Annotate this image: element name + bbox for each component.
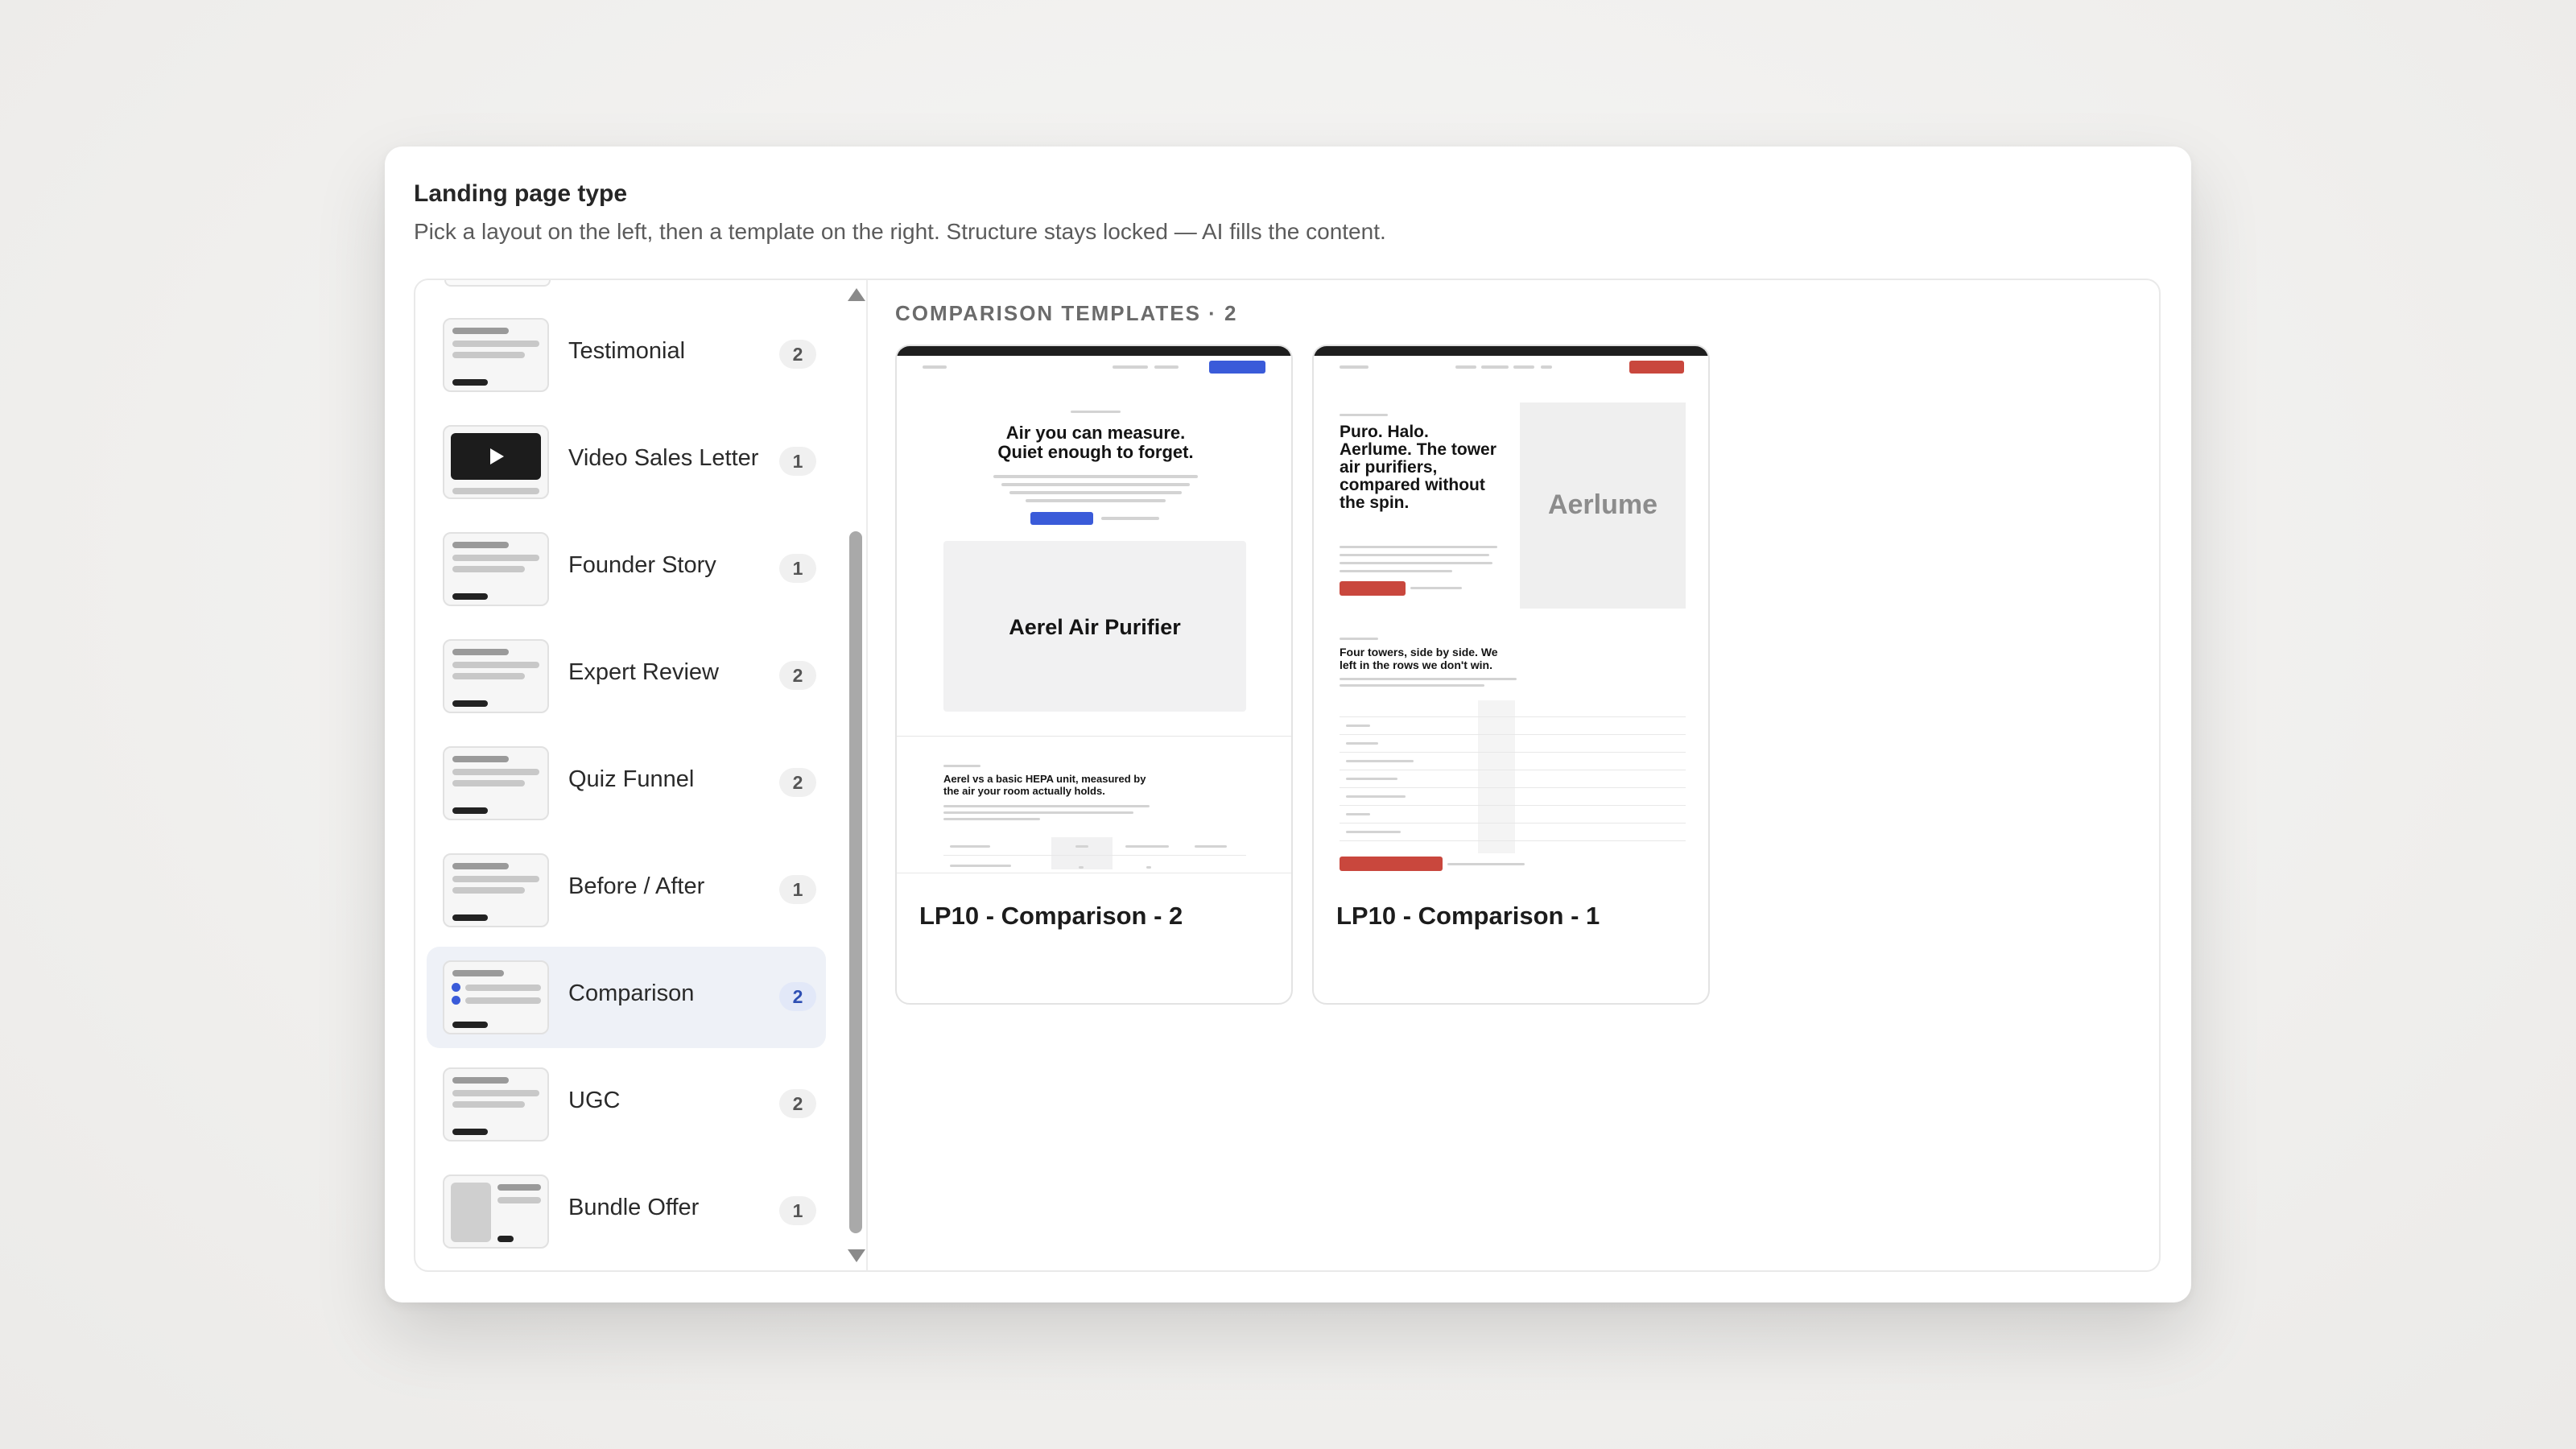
- preview-brand-image: Aerlume: [1520, 402, 1686, 609]
- template-count-badge: 1: [779, 447, 816, 476]
- layout-item-expert-review[interactable]: Expert Review 2: [427, 625, 826, 727]
- template-name: LP10 - Comparison - 1: [1336, 902, 1600, 930]
- layout-item-bundle-offer[interactable]: Bundle Offer 1: [427, 1161, 826, 1262]
- panel-subtitle: Pick a layout on the left, then a templa…: [414, 219, 1386, 244]
- layout-list[interactable]: Testimonial 2 Video Sales Letter 1 Found…: [415, 280, 868, 1270]
- landing-page-type-panel: Landing page type Pick a layout on the l…: [385, 147, 2191, 1302]
- templates-pane: COMPARISON TEMPLATES · 2 Air you can mea…: [869, 280, 2159, 1270]
- scroll-up-arrow-icon[interactable]: [848, 288, 865, 301]
- layout-item-testimonial[interactable]: Testimonial 2: [427, 304, 826, 406]
- video-player-thumb: [451, 433, 541, 480]
- template-count-badge: 2: [779, 982, 816, 1011]
- template-count-badge: 2: [779, 768, 816, 797]
- preview-product-image: Aerel Air Purifier: [943, 541, 1246, 712]
- preview-headline: Air you can measure. Quiet enough to for…: [997, 423, 1194, 462]
- preview-brand-name: Aerlume: [1547, 489, 1658, 520]
- preview-product-name: Aerel Air Purifier: [1009, 615, 1181, 639]
- template-card-lp10-comparison-2[interactable]: Air you can measure. Quiet enough to for…: [895, 345, 1293, 1005]
- template-count-badge: 1: [779, 554, 816, 583]
- layout-item-label: Expert Review: [568, 659, 719, 685]
- layout-thumbnail: [443, 1174, 549, 1249]
- layout-thumbnail: [443, 639, 549, 713]
- layout-item-before-after[interactable]: Before / After 1: [427, 840, 826, 941]
- layout-item-label: Quiz Funnel: [568, 766, 695, 792]
- template-count-badge: 2: [779, 1089, 816, 1118]
- template-preview: Puro. Halo. Aerlume. The tower air purif…: [1314, 346, 1708, 874]
- layout-thumbnail: [443, 532, 549, 606]
- layout-item-comparison[interactable]: Comparison 2: [427, 947, 826, 1048]
- preview-section-heading: Four towers, side by side. We left in th…: [1340, 646, 1498, 671]
- layout-item-ugc[interactable]: UGC 2: [427, 1054, 826, 1155]
- scrollbar-thumb[interactable]: [849, 531, 862, 1233]
- layout-item-video-sales-letter[interactable]: Video Sales Letter 1: [427, 411, 826, 513]
- layout-item-label: Testimonial: [568, 338, 686, 364]
- layout-item-label: UGC: [568, 1088, 621, 1113]
- layout-item-label: Video Sales Letter: [568, 445, 759, 471]
- preview-headline: Puro. Halo. Aerlume. The tower air purif…: [1340, 423, 1496, 512]
- panel-title: Landing page type: [414, 180, 628, 207]
- layout-thumbnail: [443, 853, 549, 927]
- play-icon: [490, 448, 504, 464]
- scroll-down-arrow-icon[interactable]: [848, 1249, 865, 1262]
- template-count-badge: 1: [779, 1196, 816, 1225]
- layout-thumbnail: [443, 425, 549, 499]
- picker-frame: Testimonial 2 Video Sales Letter 1 Found…: [414, 279, 2161, 1272]
- templates-section-title: COMPARISON TEMPLATES · 2: [895, 301, 1238, 325]
- layout-item-label: Founder Story: [568, 552, 716, 578]
- layout-thumbnail: [443, 1067, 549, 1141]
- layout-thumbnail: [443, 746, 549, 820]
- layout-item-label: Before / After: [568, 873, 705, 899]
- template-count-badge: 1: [779, 875, 816, 904]
- layout-item-quiz-funnel[interactable]: Quiz Funnel 2: [427, 733, 826, 834]
- template-preview: Air you can measure. Quiet enough to for…: [897, 346, 1291, 874]
- template-name: LP10 - Comparison - 2: [919, 902, 1183, 930]
- layout-thumbnail: [443, 318, 549, 392]
- template-card-lp10-comparison-1[interactable]: Puro. Halo. Aerlume. The tower air purif…: [1312, 345, 1710, 1005]
- layout-item-label: Comparison: [568, 980, 695, 1006]
- layout-item-founder-story[interactable]: Founder Story 1: [427, 518, 826, 620]
- list-item-partial: [444, 280, 551, 287]
- preview-section-heading: Aerel vs a basic HEPA unit, measured by …: [943, 773, 1146, 797]
- template-count-badge: 2: [779, 340, 816, 369]
- layout-list-scrollbar[interactable]: [845, 280, 866, 1270]
- layout-thumbnail: [443, 960, 549, 1034]
- template-count-badge: 2: [779, 661, 816, 690]
- layout-item-label: Bundle Offer: [568, 1195, 700, 1220]
